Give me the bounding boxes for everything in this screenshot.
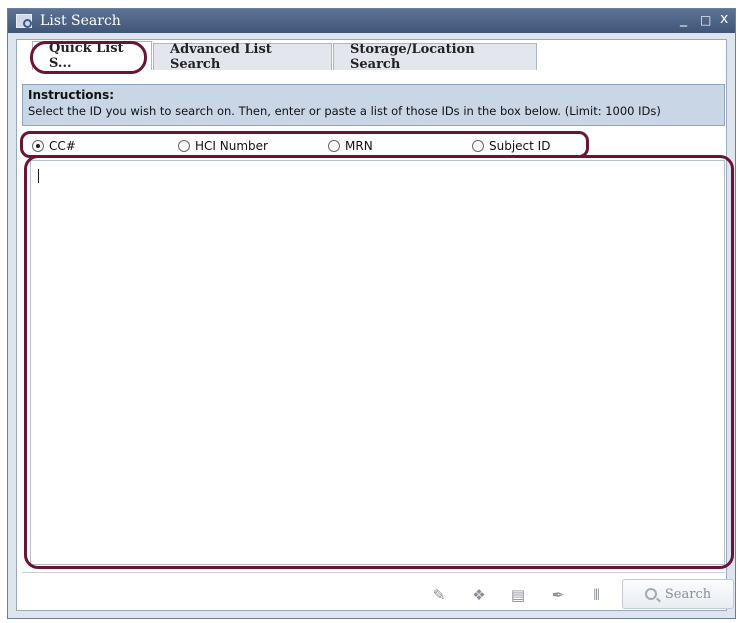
instructions-heading: Instructions: <box>28 88 115 102</box>
feather-pen-icon[interactable]: ✒ <box>549 586 567 604</box>
instructions-text: Select the ID you wish to search on. The… <box>28 104 661 118</box>
window-title: List Search <box>40 13 121 29</box>
tab-storage-location-search[interactable]: Storage/Location Search <box>333 42 537 72</box>
radio-unselected-icon[interactable] <box>178 140 190 152</box>
search-button-label: Search <box>664 586 712 602</box>
search-app-icon <box>16 14 32 28</box>
ids-input-area[interactable] <box>30 160 725 565</box>
minimize-icon[interactable]: _ <box>680 11 687 27</box>
footer-divider <box>22 572 725 573</box>
magnifier-icon <box>644 588 657 600</box>
radio-unselected-icon[interactable] <box>472 140 484 152</box>
copy-icon[interactable]: ▤ <box>509 586 527 604</box>
radio-label-subject-id: Subject ID <box>489 139 551 153</box>
tab-quick-list-search[interactable]: Quick List S... <box>32 41 152 71</box>
pen-icon[interactable]: ✎ <box>430 586 448 604</box>
title-bar[interactable]: List Search _ □ x <box>8 9 735 33</box>
search-button[interactable]: Search <box>622 579 734 609</box>
radio-cc-number[interactable]: CC# <box>32 139 76 153</box>
text-caret <box>38 169 39 183</box>
radio-unselected-icon[interactable] <box>328 140 340 152</box>
radio-mrn[interactable]: MRN <box>328 139 373 153</box>
badge-icon[interactable]: ❖ <box>470 586 488 604</box>
radio-hci-number[interactable]: HCI Number <box>178 139 268 153</box>
radio-label-mrn: MRN <box>345 139 373 153</box>
close-icon[interactable]: x <box>720 11 728 27</box>
radio-subject-id[interactable]: Subject ID <box>472 139 550 153</box>
barcode-icon[interactable]: ⦀ <box>587 586 605 604</box>
maximize-icon[interactable]: □ <box>700 13 711 27</box>
instructions-panel: Instructions: Select the ID you wish to … <box>22 84 725 126</box>
tab-bar: Quick List S... Advanced List Search Sto… <box>32 41 538 72</box>
tab-advanced-list-search[interactable]: Advanced List Search <box>153 42 332 72</box>
radio-label-cc-number: CC# <box>49 139 76 153</box>
radio-selected-icon[interactable] <box>32 140 44 152</box>
radio-label-hci-number: HCI Number <box>195 139 268 153</box>
